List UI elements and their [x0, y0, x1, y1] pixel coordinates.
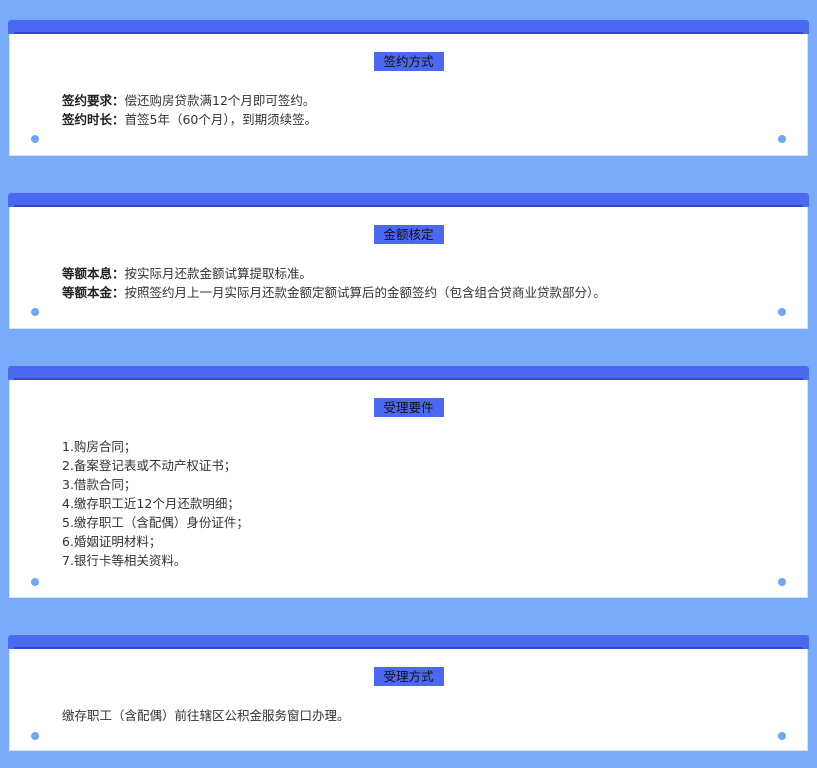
section-content: 签约要求：偿还购房贷款满12个月即可签约。 签约时长：首签5年（60个月），到期…	[62, 91, 787, 129]
decorative-dot	[31, 578, 39, 586]
section-content: 缴存职工（含配偶）前往辖区公积金服务窗口办理。	[62, 706, 787, 725]
card-body: 签约方式 签约要求：偿还购房贷款满12个月即可签约。 签约时长：首签5年（60个…	[9, 34, 808, 156]
content-line: 等额本息：按实际月还款金额试算提取标准。	[62, 264, 787, 283]
section-title: 受理方式	[373, 667, 444, 686]
list-item: 7.银行卡等相关资料。	[62, 553, 187, 568]
line-text: 按照签约月上一月实际月还款金额定额试算后的金额签约（包含组合贷商业贷款部分）。	[124, 285, 606, 300]
line-text: 按实际月还款金额试算提取标准。	[124, 266, 313, 281]
list-item: 4.缴存职工近12个月还款明细；	[62, 496, 240, 511]
section-content: 1.购房合同； 2.备案登记表或不动产权证书； 3.借款合同； 4.缴存职工近1…	[62, 437, 787, 570]
card-body: 金额核定 等额本息：按实际月还款金额试算提取标准。 等额本金：按照签约月上一月实…	[9, 207, 808, 329]
card-body: 受理要件 1.购房合同； 2.备案登记表或不动产权证书； 3.借款合同； 4.缴…	[9, 380, 808, 598]
list-item: 2.备案登记表或不动产权证书；	[62, 458, 237, 473]
line-label: 等额本息：	[62, 266, 125, 281]
section-title: 签约方式	[373, 52, 444, 71]
decorative-dot	[31, 135, 39, 143]
content-line: 签约要求：偿还购房贷款满12个月即可签约。	[62, 91, 787, 110]
section-card-signing-method: 签约方式 签约要求：偿还购房贷款满12个月即可签约。 签约时长：首签5年（60个…	[8, 20, 809, 156]
decorative-dot	[31, 308, 39, 316]
line-label: 签约时长：	[62, 112, 125, 127]
list-item: 3.借款合同；	[62, 477, 137, 492]
list-item: 缴存职工（含配偶）前往辖区公积金服务窗口办理。	[62, 708, 350, 723]
section-card-amount-verification: 金额核定 等额本息：按实际月还款金额试算提取标准。 等额本金：按照签约月上一月实…	[8, 193, 809, 329]
list-item: 1.购房合同；	[62, 439, 137, 454]
card-body: 受理方式 缴存职工（含配偶）前往辖区公积金服务窗口办理。	[9, 649, 808, 751]
content-line: 签约时长：首签5年（60个月），到期须续签。	[62, 110, 787, 129]
line-label: 签约要求：	[62, 93, 125, 108]
section-content: 等额本息：按实际月还款金额试算提取标准。 等额本金：按照签约月上一月实际月还款金…	[62, 264, 787, 302]
decorative-dot	[778, 135, 786, 143]
decorative-dot	[778, 732, 786, 740]
decorative-dot	[778, 308, 786, 316]
section-card-required-documents: 受理要件 1.购房合同； 2.备案登记表或不动产权证书； 3.借款合同； 4.缴…	[8, 366, 809, 598]
section-title: 金额核定	[373, 225, 444, 244]
list-item: 5.缴存职工（含配偶）身份证件；	[62, 515, 249, 530]
line-text: 首签5年（60个月），到期须续签。	[124, 112, 318, 127]
line-text: 偿还购房贷款满12个月即可签约。	[124, 93, 316, 108]
list-item: 6.婚姻证明材料；	[62, 534, 162, 549]
decorative-dot	[31, 732, 39, 740]
section-card-handling-method: 受理方式 缴存职工（含配偶）前往辖区公积金服务窗口办理。	[8, 635, 809, 751]
content-line: 等额本金：按照签约月上一月实际月还款金额定额试算后的金额签约（包含组合贷商业贷款…	[62, 283, 787, 302]
decorative-dot	[778, 578, 786, 586]
line-label: 等额本金：	[62, 285, 125, 300]
section-title: 受理要件	[373, 398, 444, 417]
